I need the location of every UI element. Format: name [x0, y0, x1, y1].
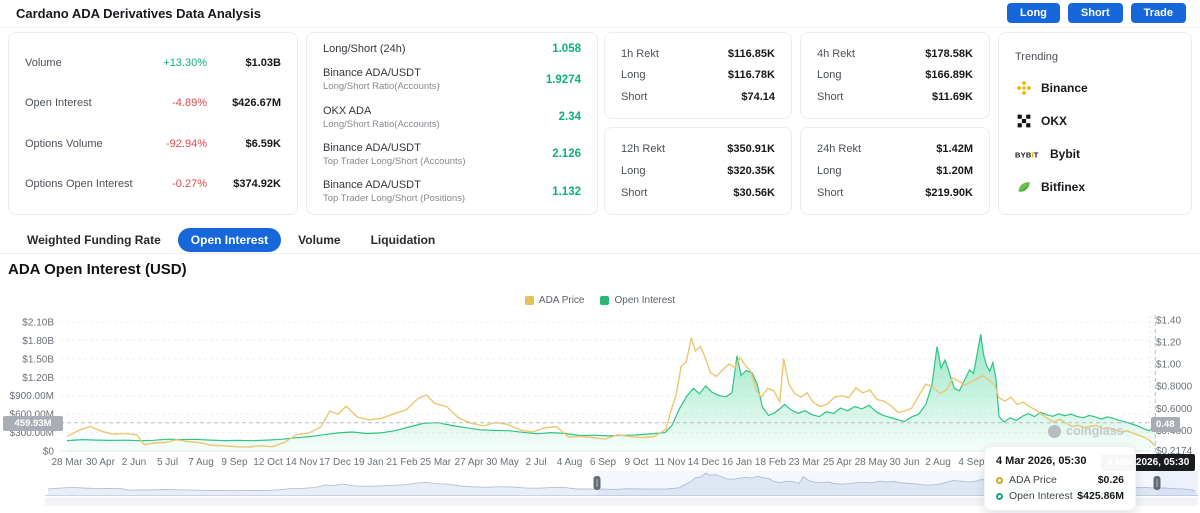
- svg-text:$1.40: $1.40: [1156, 316, 1181, 327]
- svg-text:18 Feb: 18 Feb: [755, 457, 787, 468]
- tooltip-row-ada-price: ADA Price $0.26: [996, 474, 1124, 486]
- chart-legend: ADA Price Open Interest: [0, 295, 1200, 306]
- svg-text:$1.80B: $1.80B: [22, 336, 54, 347]
- crosshair-left-axis-badge: 459.93M: [3, 416, 63, 431]
- svg-text:$1.20: $1.20: [1156, 338, 1181, 349]
- svg-text:30 Apr: 30 Apr: [86, 457, 116, 468]
- tooltip-date: 4 Mar 2026, 05:30: [996, 455, 1087, 467]
- legend-label: Open Interest: [614, 295, 676, 306]
- svg-text:21 Feb: 21 Feb: [386, 457, 418, 468]
- main-chart-canvas[interactable]: $2.10B$1.80B$1.50B$1.20B$900.00M$600.00M…: [0, 0, 1200, 513]
- svg-text:30 May: 30 May: [486, 457, 519, 468]
- svg-text:14 Nov: 14 Nov: [286, 457, 318, 468]
- legend-swatch-yellow: [524, 296, 534, 305]
- svg-text:19 Jan: 19 Jan: [353, 457, 383, 468]
- navigator-handle: [1153, 476, 1161, 490]
- svg-text:17 Dec: 17 Dec: [319, 457, 351, 468]
- svg-text:28 Mar: 28 Mar: [51, 457, 83, 468]
- legend-item-open-interest[interactable]: Open Interest: [600, 295, 675, 306]
- svg-text:25 Apr: 25 Apr: [823, 457, 853, 468]
- tooltip-row-open-interest: Open Interest $425.86M: [996, 490, 1124, 502]
- legend-label: ADA Price: [538, 295, 585, 306]
- ada-price-marker-icon: [996, 476, 1003, 484]
- svg-text:$0.6000: $0.6000: [1156, 404, 1193, 415]
- svg-text:9 Sep: 9 Sep: [221, 457, 248, 468]
- chart-tooltip: 4 Mar 2026, 05:30 ADA Price $0.26 Open I…: [984, 446, 1136, 511]
- svg-text:27 Apr: 27 Apr: [455, 457, 485, 468]
- tooltip-value: $425.86M: [1077, 490, 1124, 502]
- svg-text:$1.20B: $1.20B: [22, 373, 54, 384]
- tooltip-label: Open Interest: [1009, 490, 1073, 502]
- svg-text:4 Aug: 4 Aug: [557, 457, 583, 468]
- svg-text:14 Dec: 14 Dec: [688, 457, 720, 468]
- svg-text:5 Jul: 5 Jul: [157, 457, 178, 468]
- svg-text:$900.00M: $900.00M: [10, 391, 54, 402]
- navigator-handle: [593, 476, 601, 490]
- svg-text:7 Aug: 7 Aug: [188, 457, 214, 468]
- svg-text:$0.8000: $0.8000: [1156, 382, 1193, 393]
- open-interest-marker-icon: [996, 492, 1003, 500]
- tooltip-label: ADA Price: [1009, 474, 1057, 486]
- legend-item-ada-price[interactable]: ADA Price: [524, 295, 585, 306]
- coinglass-logo-icon: [1048, 424, 1061, 438]
- svg-text:$2.10B: $2.10B: [22, 318, 54, 329]
- crosshair-right-axis-badge: 0.48: [1151, 417, 1180, 432]
- svg-text:4 Sep: 4 Sep: [958, 457, 985, 468]
- svg-text:2 Jul: 2 Jul: [525, 457, 546, 468]
- svg-text:6 Sep: 6 Sep: [590, 457, 617, 468]
- svg-text:23 Mar: 23 Mar: [788, 457, 820, 468]
- svg-text:$1.50B: $1.50B: [22, 354, 54, 365]
- svg-text:2 Aug: 2 Aug: [925, 457, 951, 468]
- legend-swatch-green: [600, 296, 610, 305]
- watermark-text: coinglass: [1066, 424, 1124, 438]
- coinglass-watermark: coinglass: [1048, 424, 1124, 438]
- tooltip-value: $0.26: [1097, 474, 1124, 486]
- svg-text:30 Jun: 30 Jun: [889, 457, 919, 468]
- svg-text:9 Oct: 9 Oct: [625, 457, 649, 468]
- svg-text:16 Jan: 16 Jan: [722, 457, 752, 468]
- svg-text:12 Oct: 12 Oct: [253, 457, 283, 468]
- derivatives-dashboard: Cardano ADA Derivatives Data Analysis Lo…: [0, 0, 1200, 513]
- svg-text:25 Mar: 25 Mar: [420, 457, 452, 468]
- svg-text:28 May: 28 May: [855, 457, 888, 468]
- svg-text:$1.00: $1.00: [1156, 360, 1181, 371]
- svg-text:$0: $0: [43, 447, 55, 458]
- svg-text:11 Nov: 11 Nov: [655, 457, 686, 468]
- svg-text:2 Jun: 2 Jun: [122, 457, 146, 468]
